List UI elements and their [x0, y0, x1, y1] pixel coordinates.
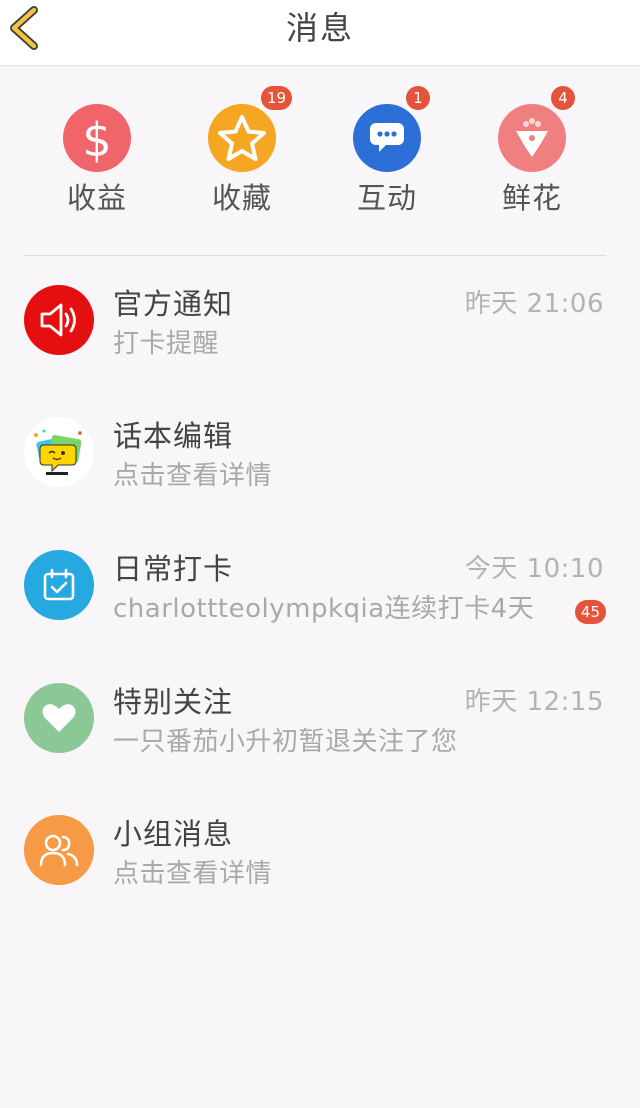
message-time: 昨天 12:15 — [464, 687, 604, 717]
favorites-badge: 19 — [261, 86, 293, 110]
message-preview: 点击查看详情 — [113, 859, 273, 889]
message-item-checkin[interactable]: 日常打卡 charlottteolympkqia连续打卡4天 今天 10:10 … — [0, 533, 640, 665]
message-title: 官方通知 — [113, 287, 234, 321]
message-item-following[interactable]: 特别关注 一只番茄小升初暂退关注了您 昨天 12:15 — [0, 666, 640, 798]
page-title: 消息 — [285, 9, 354, 47]
header-bar: 消息 — [0, 0, 640, 66]
unread-badge: 45 — [574, 600, 606, 624]
message-preview: 打卡提醒 — [113, 329, 220, 359]
dollar-icon: $ — [63, 104, 131, 172]
interaction-badge: 1 — [406, 86, 430, 110]
flower-icon — [498, 104, 566, 172]
category-favorites[interactable]: 19 收藏 — [187, 86, 297, 222]
message-title: 特别关注 — [113, 685, 234, 719]
category-flowers[interactable]: 4 鲜花 — [477, 86, 587, 222]
svg-text:$: $ — [82, 113, 111, 164]
category-row: $ 收益 19 收藏 1 互动 4 鲜花 — [0, 66, 640, 256]
message-title: 话本编辑 — [113, 419, 234, 453]
message-item-editor[interactable]: 话本编辑 点击查看详情 — [0, 400, 640, 532]
message-title: 小组消息 — [113, 817, 234, 851]
megaphone-icon — [24, 285, 94, 355]
calendar-check-icon — [24, 550, 94, 620]
message-time: 昨天 21:06 — [464, 289, 604, 319]
message-item-group[interactable]: 小组消息 点击查看详情 — [0, 798, 640, 930]
category-label: 收益 — [66, 181, 127, 215]
message-preview: 点击查看详情 — [113, 461, 273, 491]
message-title: 日常打卡 — [113, 552, 234, 586]
message-preview: 一只番茄小升初暂退关注了您 — [113, 727, 458, 757]
star-icon — [208, 104, 276, 172]
flowers-badge: 4 — [551, 86, 575, 110]
chat-bubble-icon — [353, 104, 421, 172]
message-time: 今天 10:10 — [464, 554, 604, 584]
divider — [24, 255, 606, 256]
category-label: 互动 — [356, 181, 417, 215]
group-icon — [24, 815, 94, 885]
category-earnings[interactable]: $ 收益 — [42, 102, 152, 222]
editor-avatar — [24, 417, 94, 487]
heart-icon — [24, 683, 94, 753]
message-item-official[interactable]: 官方通知 打卡提醒 昨天 21:06 — [0, 268, 640, 400]
message-preview: charlottteolympkqia连续打卡4天 — [113, 594, 535, 624]
category-interaction[interactable]: 1 互动 — [332, 86, 442, 222]
category-label: 收藏 — [211, 181, 272, 215]
category-label: 鲜花 — [501, 181, 562, 215]
